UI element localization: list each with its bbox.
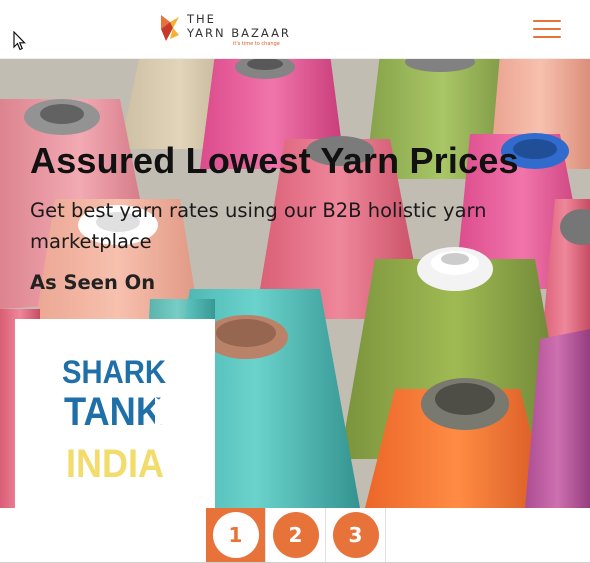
badge-line-3: INDIA	[66, 442, 164, 486]
logo-tagline: it's time to change	[233, 41, 280, 47]
as-seen-on-heading: As Seen On	[30, 271, 156, 294]
hero-title: Assured Lowest Yarn Prices	[30, 140, 519, 181]
pager-label-3: 3	[332, 512, 379, 558]
hamburger-icon-line	[533, 36, 561, 38]
mouse-cursor-icon	[13, 31, 26, 51]
pager-label-1: 1	[212, 512, 259, 558]
shark-tank-india-badge: SHARK TANK INDIA	[15, 319, 215, 508]
pager-item-3[interactable]: 3	[326, 508, 386, 562]
hero-banner: Assured Lowest Yarn Prices Get best yarn…	[0, 59, 590, 508]
hamburger-menu-button[interactable]	[533, 20, 561, 39]
site-header: THE YARN BAZAAR it's time to change	[0, 0, 590, 59]
hero-subtitle: Get best yarn rates using our B2B holist…	[30, 199, 487, 253]
hamburger-icon-line	[533, 20, 561, 22]
pager-label-2: 2	[272, 512, 319, 558]
pager-item-1[interactable]: 1	[206, 508, 266, 562]
shark-tank-india-logo: SHARK TANK INDIA	[62, 354, 166, 486]
badge-line-1: SHARK	[62, 354, 166, 390]
pager-item-2[interactable]: 2	[266, 508, 326, 562]
site-logo[interactable]: THE YARN BAZAAR it's time to change	[159, 11, 294, 49]
logo-text-the: THE	[187, 12, 216, 26]
slider-pagination: 1 2 3	[0, 508, 590, 563]
logo-mark-icon	[161, 15, 179, 41]
logo-text-yarn-bazaar: YARN BAZAAR	[187, 26, 291, 40]
hamburger-icon-line	[533, 28, 561, 30]
badge-line-2: TANK	[64, 390, 162, 434]
